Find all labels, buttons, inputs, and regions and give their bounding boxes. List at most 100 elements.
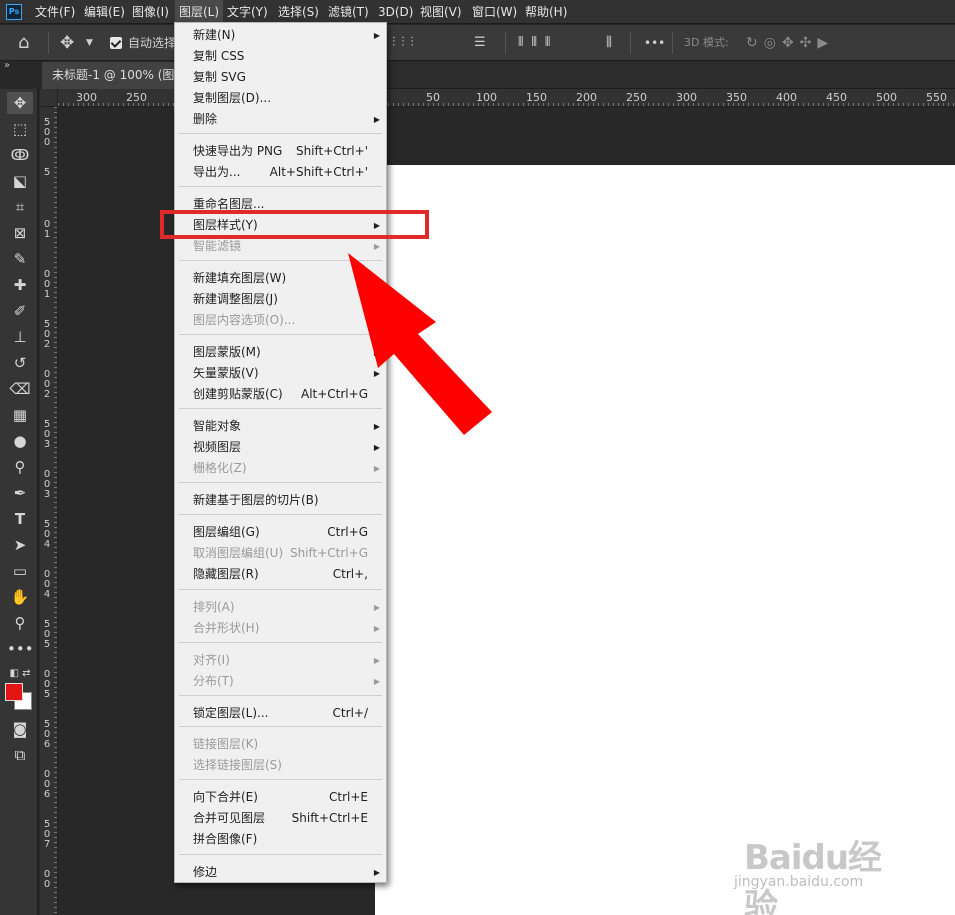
- menu-select[interactable]: 选择(S): [278, 0, 319, 24]
- dodge-tool-icon[interactable]: ⚲: [7, 456, 33, 478]
- quick-select-tool-icon[interactable]: ⬕: [7, 170, 33, 192]
- menu-item[interactable]: 隐藏图层(R) Ctrl+,: [175, 564, 386, 585]
- marquee-tool-icon[interactable]: ⬚: [7, 118, 33, 140]
- menu-item-label: 导出为...: [193, 165, 241, 179]
- foreground-color-swatch[interactable]: [5, 683, 23, 701]
- menu-item[interactable]: 导出为... Alt+Shift+Ctrl+': [175, 162, 386, 183]
- menu-item-label: 新建(N): [193, 28, 236, 42]
- align-vertical-icons[interactable]: ⫴⫴⫴: [518, 25, 558, 61]
- menu-item[interactable]: 复制图层(D)...: [175, 88, 386, 109]
- chevron-down-icon[interactable]: ▼: [86, 25, 93, 61]
- menu-separator: [179, 695, 382, 696]
- menu-item[interactable]: 修边 ▶: [175, 862, 386, 883]
- type-tool-icon[interactable]: T: [7, 508, 33, 530]
- menu-item[interactable]: 复制 CSS: [175, 46, 386, 67]
- submenu-arrow-icon: ▶: [373, 443, 380, 452]
- move-tool-icon[interactable]: ✥: [7, 92, 33, 114]
- menu-item-label: 隐藏图层(R): [193, 567, 259, 581]
- menu-item[interactable]: 复制 SVG: [175, 67, 386, 88]
- menu-item-label: 合并可见图层: [193, 811, 266, 825]
- zoom-tool-icon[interactable]: ⚲: [7, 612, 33, 634]
- menu-image[interactable]: 图像(I): [132, 0, 169, 24]
- clone-stamp-tool-icon[interactable]: ⊥: [7, 326, 33, 348]
- distribute-vertical-icon[interactable]: ⫼: [606, 25, 612, 61]
- menu-item[interactable]: 新建(N) ▶: [175, 25, 386, 46]
- collapse-panel-icon[interactable]: »: [4, 60, 10, 71]
- ruler-tick-label: 550: [926, 91, 947, 104]
- menu-item-shortcut: Ctrl+G: [327, 525, 368, 539]
- menu-layer[interactable]: 图层(L): [175, 0, 224, 24]
- menu-item[interactable]: 新建基于图层的切片(B): [175, 490, 386, 511]
- submenu-arrow-icon: ▶: [373, 603, 380, 612]
- menu-item[interactable]: 快速导出为 PNG Shift+Ctrl+': [175, 141, 386, 162]
- menu-item-shortcut: Shift+Ctrl+E: [291, 811, 368, 825]
- eyedropper-tool-icon[interactable]: ✎: [7, 248, 33, 270]
- layer-menu-dropdown: 新建(N) ▶ 复制 CSS 复制 SVG 复制图层(D)... 删除 ▶ 快速导出为 PNG…: [174, 22, 387, 883]
- menu-view[interactable]: 视图(V): [420, 0, 462, 24]
- menu-item-label: 拼合图像(F): [193, 832, 258, 846]
- ruler-tick-label: 100: [476, 91, 497, 104]
- ruler-tick-label: 250: [626, 91, 647, 104]
- history-brush-tool-icon[interactable]: ↺: [7, 352, 33, 374]
- more-options-button[interactable]: •••: [644, 25, 665, 61]
- ruler-tick-label: 5: [43, 167, 51, 178]
- menu-window[interactable]: 窗口(W): [472, 0, 517, 24]
- annotation-arrow-shape: [348, 253, 492, 435]
- menu-item[interactable]: 拼合图像(F): [175, 829, 386, 850]
- menu-item[interactable]: 锁定图层(L)... Ctrl+/: [175, 703, 386, 724]
- menu-item-label: 删除: [193, 112, 218, 126]
- divider: [672, 32, 673, 54]
- blur-tool-icon[interactable]: ●: [7, 430, 33, 452]
- quick-mask-icon[interactable]: ◙: [7, 718, 33, 740]
- gradient-tool-icon[interactable]: ▦: [7, 404, 33, 426]
- hand-tool-icon[interactable]: ✋: [7, 586, 33, 608]
- auto-select-checkbox[interactable]: [110, 37, 122, 49]
- brush-tool-icon[interactable]: ✐: [7, 300, 33, 322]
- home-icon[interactable]: ⌂: [18, 25, 29, 61]
- menu-file[interactable]: 文件(F): [35, 0, 75, 24]
- menu-separator: [179, 186, 382, 187]
- screen-mode-icon[interactable]: ⧉: [7, 744, 33, 766]
- menu-item-label: 创建剪贴蒙版(C): [193, 387, 283, 401]
- submenu-arrow-icon: ▶: [373, 464, 380, 473]
- menu-type[interactable]: 文字(Y): [227, 0, 268, 24]
- divider: [630, 32, 631, 54]
- menu-item-shortcut: Alt+Shift+Ctrl+': [269, 165, 368, 179]
- menu-item[interactable]: 向下合并(E) Ctrl+E: [175, 787, 386, 808]
- ruler-tick-label: 0: [43, 137, 51, 148]
- menu-item[interactable]: 合并可见图层 Shift+Ctrl+E: [175, 808, 386, 829]
- path-selection-tool-icon[interactable]: ➤: [7, 534, 33, 556]
- 3d-tool-icons[interactable]: ↻◎✥✣▶: [746, 25, 834, 61]
- highlight-box: [160, 210, 429, 239]
- lasso-tool-icon[interactable]: ↂ: [7, 144, 33, 166]
- menu-item-label: 向下合并(E): [193, 790, 258, 804]
- crop-tool-icon[interactable]: ⌗: [7, 196, 33, 218]
- eraser-tool-icon[interactable]: ⌫: [7, 378, 33, 400]
- menu-item-shortcut: Ctrl+E: [329, 790, 368, 804]
- menu-item-label: 新建基于图层的切片(B): [193, 493, 319, 507]
- menu-item-label: 智能滤镜: [193, 239, 242, 253]
- frame-tool-icon[interactable]: ⊠: [7, 222, 33, 244]
- move-tool-icon[interactable]: ✥: [60, 25, 74, 61]
- pen-tool-icon[interactable]: ✒: [7, 482, 33, 504]
- distribute-icon[interactable]: ☰: [474, 25, 486, 61]
- menu-item[interactable]: 删除 ▶: [175, 109, 386, 130]
- edit-toolbar-icon[interactable]: •••: [7, 638, 34, 660]
- menu-filter[interactable]: 滤镜(T): [328, 0, 369, 24]
- divider: [48, 32, 49, 54]
- rectangle-tool-icon[interactable]: ▭: [7, 560, 33, 582]
- swap-colors-icon[interactable]: ◧ ⇄: [7, 663, 33, 685]
- ruler-tick-label: 0: [43, 879, 51, 890]
- menu-edit[interactable]: 编辑(E): [84, 0, 125, 24]
- menu-item[interactable]: 图层编组(G) Ctrl+G: [175, 522, 386, 543]
- ruler-corner: [40, 89, 58, 107]
- ruler-tick-label: 300: [76, 91, 97, 104]
- menu-item[interactable]: 视频图层 ▶: [175, 437, 386, 458]
- healing-brush-tool-icon[interactable]: ✚: [7, 274, 33, 296]
- menu-help[interactable]: 帮助(H): [525, 0, 567, 24]
- menu-3d[interactable]: 3D(D): [378, 0, 413, 24]
- ruler-tick-label: 450: [826, 91, 847, 104]
- 3d-mode-label: 3D 模式:: [684, 36, 729, 49]
- align-icons[interactable]: ⫶⫶⫶: [392, 25, 420, 61]
- menu-item-label: 栅格化(Z): [193, 461, 247, 475]
